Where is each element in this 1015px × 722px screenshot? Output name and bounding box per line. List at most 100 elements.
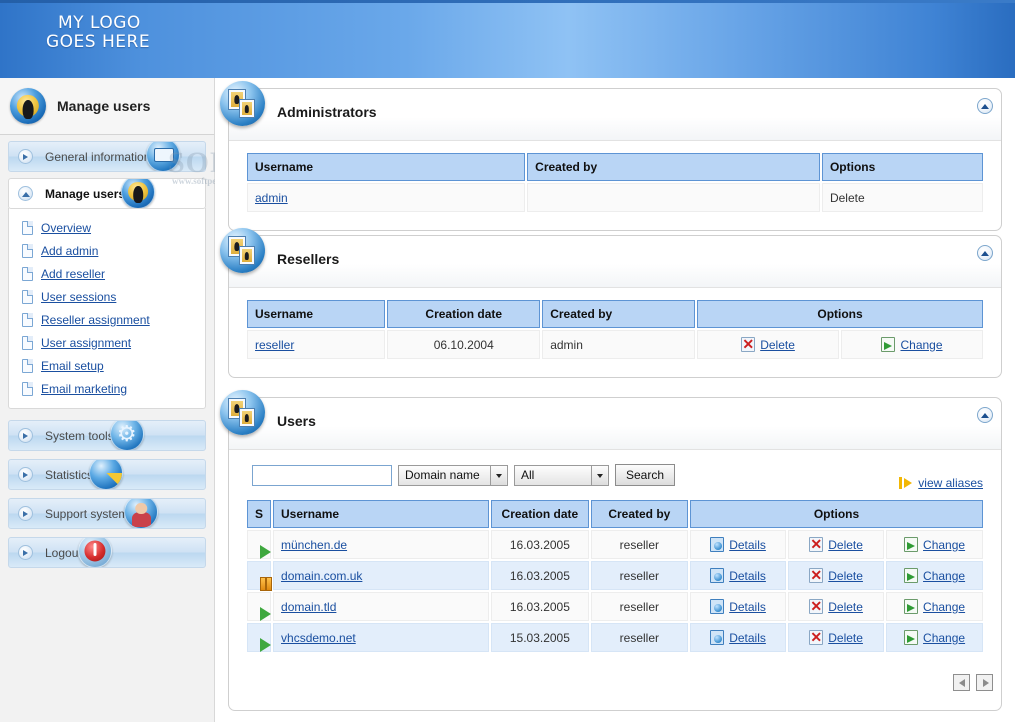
administrators-table: Username Created by Options admin Delete <box>245 151 985 214</box>
cell-created-by <box>527 183 820 212</box>
collapse-panel-button[interactable] <box>977 98 993 114</box>
panel-header: Administrators <box>229 89 1001 141</box>
sidebar-subitem-user-assignment[interactable]: User assignment <box>9 331 205 354</box>
sidebar-item-logout[interactable]: Logout <box>8 537 206 568</box>
cell-status <box>247 561 271 590</box>
sidebar-subitem-label[interactable]: Reseller assignment <box>41 313 150 327</box>
change-link[interactable]: Change <box>923 569 965 583</box>
delete-link[interactable]: Delete <box>828 538 863 552</box>
sidebar-subitem-label[interactable]: Add reseller <box>41 267 105 281</box>
sidebar-item-system-tools[interactable]: System tools <box>8 420 206 451</box>
cell-change[interactable]: Change <box>841 330 983 359</box>
change-link[interactable]: Change <box>900 338 942 352</box>
sidebar-subitem-add-admin[interactable]: Add admin <box>9 239 205 262</box>
cell-delete[interactable]: Delete <box>788 561 884 590</box>
sidebar-subitem-add-reseller[interactable]: Add reseller <box>9 262 205 285</box>
panel-header: Users <box>229 398 1001 450</box>
resellers-table: Username Creation date Created by Option… <box>245 298 985 361</box>
document-icon <box>22 336 33 350</box>
cell-change[interactable]: Change <box>886 623 983 652</box>
logo-line-2: GOES HERE <box>46 33 150 52</box>
delete-link[interactable]: Delete <box>828 631 863 645</box>
sidebar-subitem-user-sessions[interactable]: User sessions <box>9 285 205 308</box>
sidebar-item-general-information[interactable]: General information <box>8 141 206 172</box>
cell-creation-date: 16.03.2005 <box>491 561 589 590</box>
cell-details[interactable]: Details <box>690 592 786 621</box>
monitor-icon <box>146 141 180 172</box>
logo: MY LOGO GOES HERE <box>58 14 150 52</box>
sidebar-block-support-system: Support system <box>8 498 206 529</box>
collapse-panel-button[interactable] <box>977 245 993 261</box>
change-link[interactable]: Change <box>923 538 965 552</box>
sidebar-subitem-label[interactable]: Email setup <box>41 359 104 373</box>
pagination-prev-button[interactable] <box>953 674 970 691</box>
view-aliases-link[interactable]: view aliases <box>918 476 983 490</box>
cell-creation-date: 16.03.2005 <box>491 530 589 559</box>
user-username-link[interactable]: domain.com.uk <box>281 569 362 583</box>
cell-change[interactable]: Change <box>886 592 983 621</box>
cell-delete[interactable]: Delete <box>788 592 884 621</box>
sidebar-item-label: Logout <box>45 546 82 560</box>
search-button[interactable]: Search <box>615 464 675 486</box>
users-icon <box>220 390 265 435</box>
table-row: reseller 06.10.2004 admin Delete <box>247 330 983 359</box>
details-link[interactable]: Details <box>729 538 766 552</box>
table-row: münchen.de 16.03.2005 reseller Details D… <box>247 530 983 559</box>
sidebar-subitem-label[interactable]: Email marketing <box>41 382 127 396</box>
sidebar-subitem-email-marketing[interactable]: Email marketing <box>9 377 205 400</box>
sidebar-subitem-overview[interactable]: Overview <box>9 216 205 239</box>
cell-details[interactable]: Details <box>690 530 786 559</box>
chevron-right-icon <box>18 467 33 482</box>
change-link[interactable]: Change <box>923 600 965 614</box>
user-username-link[interactable]: münchen.de <box>281 538 347 552</box>
sidebar-subitem-label[interactable]: Overview <box>41 221 91 235</box>
search-field-value: Domain name <box>399 468 490 482</box>
sidebar-subitem-email-setup[interactable]: Email setup <box>9 354 205 377</box>
search-filter-select[interactable]: All <box>514 465 609 486</box>
search-input[interactable] <box>252 465 392 486</box>
cell-delete[interactable]: Delete <box>788 623 884 652</box>
cell-change[interactable]: Change <box>886 561 983 590</box>
panel-administrators: Administrators Username Created by Optio… <box>228 88 1002 231</box>
change-icon <box>904 630 918 645</box>
logo-line-1: MY LOGO <box>58 13 141 33</box>
sidebar-item-manage-users[interactable]: Manage users <box>8 178 206 209</box>
cell-details[interactable]: Details <box>690 623 786 652</box>
details-link[interactable]: Details <box>729 631 766 645</box>
pagination-next-button[interactable] <box>976 674 993 691</box>
table-header-row: Username Creation date Created by Option… <box>247 300 983 328</box>
cell-username: domain.tld <box>273 592 489 621</box>
collapse-panel-button[interactable] <box>977 407 993 423</box>
document-icon <box>22 244 33 258</box>
cell-change[interactable]: Change <box>886 530 983 559</box>
chevron-down-icon <box>490 466 506 485</box>
gear-icon <box>110 420 144 451</box>
reseller-username-link[interactable]: reseller <box>255 338 294 352</box>
sidebar-item-statistics[interactable]: Statistics <box>8 459 206 490</box>
admin-username-link[interactable]: admin <box>255 191 288 205</box>
cell-delete[interactable]: Delete <box>697 330 839 359</box>
column-header-username: Username <box>247 153 525 181</box>
search-field-select[interactable]: Domain name <box>398 465 508 486</box>
sidebar-subitem-reseller-assignment[interactable]: Reseller assignment <box>9 308 205 331</box>
panel-title: Users <box>277 413 316 429</box>
document-icon <box>22 313 33 327</box>
delete-link[interactable]: Delete <box>828 569 863 583</box>
details-link[interactable]: Details <box>729 600 766 614</box>
sidebar-block-manage-users: Manage users Overview Add admin Add rese… <box>8 178 206 409</box>
user-username-link[interactable]: domain.tld <box>281 600 336 614</box>
delete-link[interactable]: Delete <box>828 600 863 614</box>
view-aliases-action[interactable]: view aliases <box>899 476 983 490</box>
cell-details[interactable]: Details <box>690 561 786 590</box>
table-row: domain.tld 16.03.2005 reseller Details D… <box>247 592 983 621</box>
sidebar-subitem-label[interactable]: User sessions <box>41 290 116 304</box>
change-icon <box>904 599 918 614</box>
sidebar-subitem-label[interactable]: Add admin <box>41 244 98 258</box>
user-username-link[interactable]: vhcsdemo.net <box>281 631 356 645</box>
sidebar-item-support-system[interactable]: Support system <box>8 498 206 529</box>
delete-link[interactable]: Delete <box>760 338 795 352</box>
details-link[interactable]: Details <box>729 569 766 583</box>
change-link[interactable]: Change <box>923 631 965 645</box>
sidebar-subitem-label[interactable]: User assignment <box>41 336 131 350</box>
cell-delete[interactable]: Delete <box>788 530 884 559</box>
